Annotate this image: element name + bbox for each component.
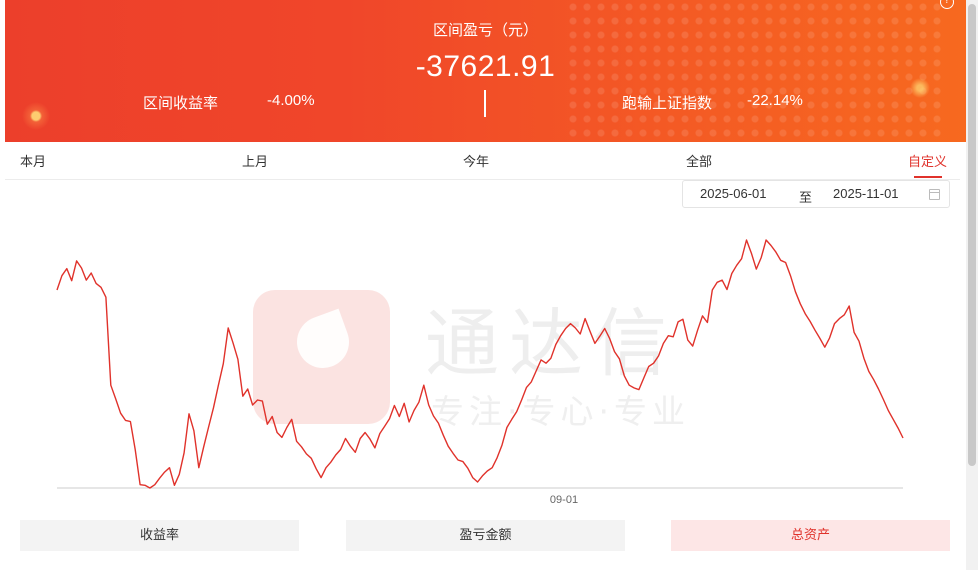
tab-last-month[interactable]: 上月 <box>242 151 268 170</box>
end-date[interactable]: 2025-11-01 <box>833 186 899 201</box>
watermark-name: 通达信 <box>425 301 677 387</box>
tab-custom[interactable]: 自定义 <box>908 151 947 170</box>
header-divider <box>484 90 486 117</box>
period-tabs: 本月 上月 今年 全部 自定义 <box>5 142 960 180</box>
period-pnl-title: 区间盈亏（元） <box>432 21 538 39</box>
watermark-logo-icon <box>253 290 390 424</box>
scrollbar[interactable] <box>966 0 978 570</box>
period-return-label: 区间收益率 <box>143 94 219 112</box>
tab-all[interactable]: 全部 <box>686 151 712 170</box>
calendar-icon[interactable] <box>929 189 940 200</box>
watermark-slogan: 专注·专心·专业 <box>431 392 690 431</box>
x-tick-label: 09-01 <box>550 494 578 506</box>
watermark: 通达信 专注·专心·专业 <box>253 289 723 431</box>
date-separator: 至 <box>799 191 813 206</box>
pnl-amount-button[interactable]: 盈亏金额 <box>346 520 625 551</box>
active-tab-underline <box>914 176 942 178</box>
tab-this-year[interactable]: 今年 <box>463 151 489 170</box>
total-assets-line <box>56 239 904 489</box>
scrollbar-thumb[interactable] <box>968 4 976 466</box>
header-glow <box>22 102 50 130</box>
summary-header: 区间盈亏（元） -37621.91 区间收益率 -4.00% 跑输上证指数 -2… <box>5 0 966 142</box>
date-range-picker[interactable]: 2025-06-01 至 2025-11-01 <box>682 180 950 208</box>
period-pnl-value: -37621.91 <box>415 50 556 83</box>
help-icon[interactable]: ? <box>940 0 954 9</box>
start-date[interactable]: 2025-06-01 <box>700 186 767 201</box>
period-return-value: -4.00% <box>267 92 315 109</box>
underperform-index-label: 跑输上证指数 <box>622 94 713 112</box>
tab-this-month[interactable]: 本月 <box>20 151 46 170</box>
underperform-index-value: -22.14% <box>747 92 803 109</box>
return-rate-button[interactable]: 收益率 <box>20 520 299 551</box>
asset-analysis-panel: 区间盈亏（元） -37621.91 区间收益率 -4.00% 跑输上证指数 -2… <box>0 0 978 570</box>
total-assets-button[interactable]: 总资产 <box>671 520 950 551</box>
